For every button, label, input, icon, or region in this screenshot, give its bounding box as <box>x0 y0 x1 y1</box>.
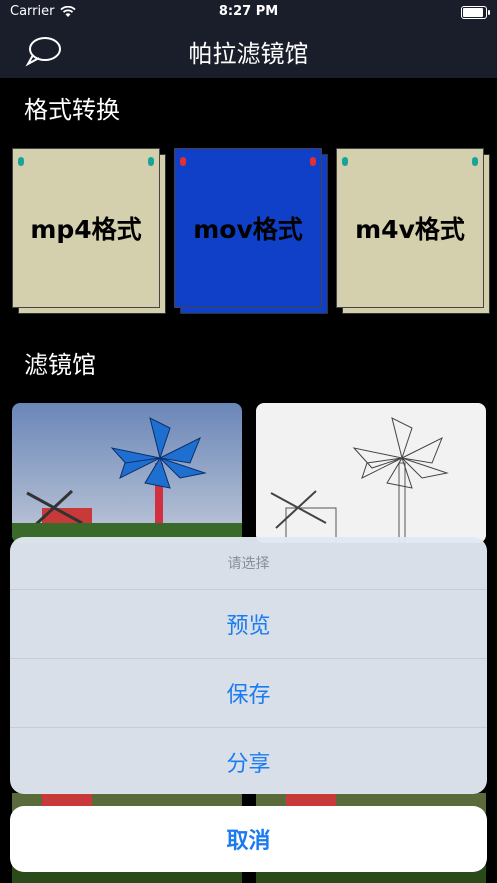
card-face: mp4格式 <box>12 148 160 308</box>
pin-icon <box>342 157 348 166</box>
pin-icon <box>148 157 154 166</box>
filter-thumb-sketch[interactable] <box>256 403 486 543</box>
clock: 8:27 PM <box>218 4 279 19</box>
format-card-1[interactable]: mov格式 <box>174 148 328 314</box>
format-label: mov格式 <box>193 215 303 244</box>
cancel-button[interactable]: 取消 <box>10 806 487 872</box>
format-section-title: 格式转换 <box>24 96 120 124</box>
format-label: mp4格式 <box>30 215 142 244</box>
preview-button[interactable]: 预览 <box>10 590 487 659</box>
pin-icon <box>18 157 24 166</box>
card-face: m4v格式 <box>336 148 484 308</box>
card-face: mov格式 <box>174 148 322 308</box>
action-sheet: 请选择 预览 保存 分享 <box>10 537 487 794</box>
action-sheet-title: 请选择 <box>10 537 487 590</box>
share-button[interactable]: 分享 <box>10 728 487 794</box>
battery-icon <box>461 6 490 19</box>
filter-thumb-color[interactable] <box>12 403 242 543</box>
pin-icon <box>472 157 478 166</box>
pinwheel-sketch-image <box>256 403 486 543</box>
format-card-0[interactable]: mp4格式 <box>12 148 166 314</box>
status-bar: Carrier 8:27 PM <box>0 0 497 24</box>
format-card-2[interactable]: m4v格式 <box>336 148 490 314</box>
nav-title: 帕拉滤镜馆 <box>188 40 309 68</box>
pin-icon <box>310 157 316 166</box>
pin-icon <box>180 157 186 166</box>
pinwheel-color-image <box>12 403 242 543</box>
save-button[interactable]: 保存 <box>10 659 487 728</box>
filter-section-title: 滤镜馆 <box>24 351 96 379</box>
format-label: m4v格式 <box>355 215 465 244</box>
nav-bar: 帕拉滤镜馆 <box>0 24 497 78</box>
